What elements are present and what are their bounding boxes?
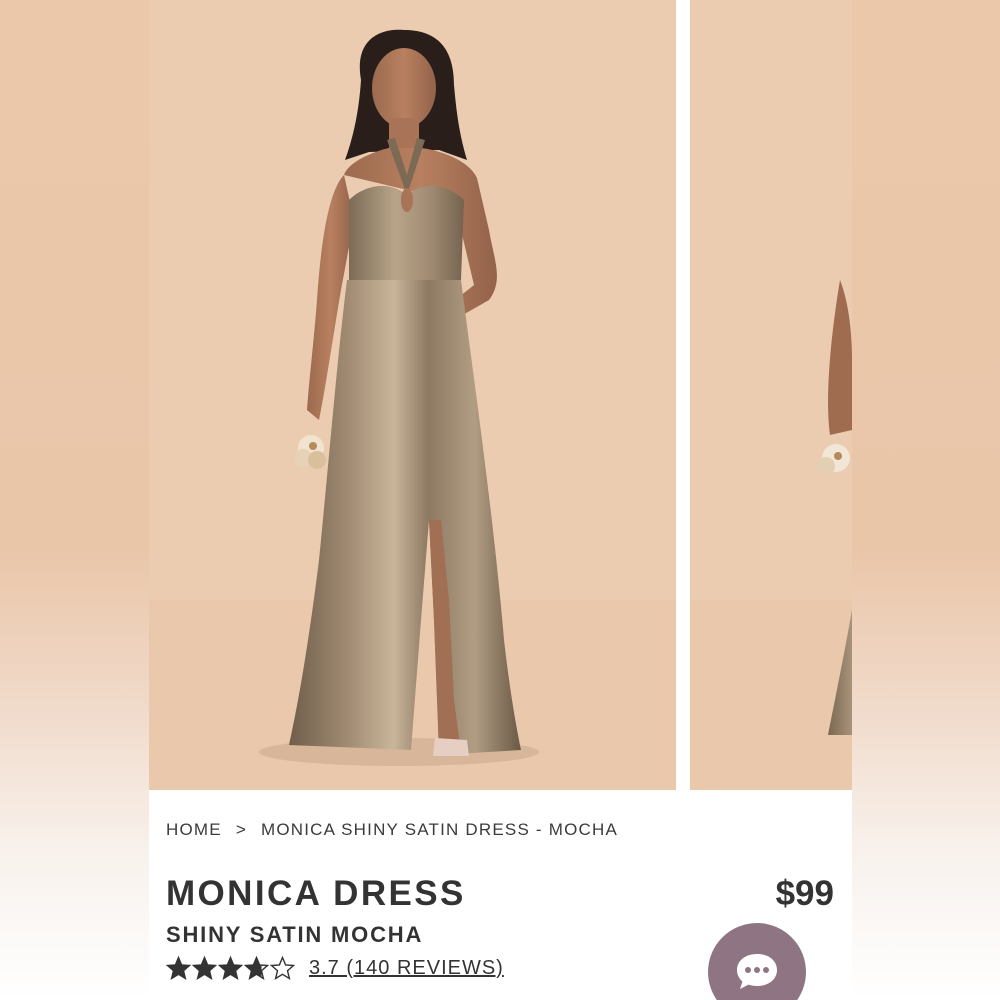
product-photo-main[interactable] [149, 0, 676, 790]
star-icon [192, 956, 217, 980]
star-icon [166, 956, 191, 980]
product-title: MONICA DRESS [166, 874, 466, 913]
reviews-link[interactable]: 3.7 (140 REVIEWS) [309, 957, 504, 980]
product-variant: SHINY SATIN MOCHA [166, 922, 424, 947]
model-photo [690, 0, 852, 790]
product-rating: 3.7 (140 REVIEWS) [166, 956, 504, 981]
product-photo-next[interactable] [690, 0, 852, 790]
star-icon [218, 956, 243, 980]
product-image-gallery[interactable] [149, 0, 852, 790]
chat-bubble-icon [737, 954, 777, 989]
product-price: $99 [775, 874, 834, 913]
model-photo [149, 0, 676, 790]
chat-button[interactable] [708, 923, 806, 1000]
blurred-background-left [0, 0, 149, 1000]
breadcrumb-separator: > [235, 820, 247, 839]
breadcrumb: HOME > MONICA SHINY SATIN DRESS - MOCHA [166, 820, 618, 840]
star-icon [270, 956, 295, 980]
breadcrumb-current[interactable]: MONICA SHINY SATIN DRESS - MOCHA [261, 820, 618, 840]
star-icon [244, 956, 269, 980]
rating-stars [166, 956, 295, 981]
product-info: HOME > MONICA SHINY SATIN DRESS - MOCHA … [149, 790, 852, 1000]
product-page: HOME > MONICA SHINY SATIN DRESS - MOCHA … [149, 0, 852, 1000]
breadcrumb-home-link[interactable]: HOME [166, 820, 222, 840]
blurred-background-right [852, 0, 1000, 1000]
